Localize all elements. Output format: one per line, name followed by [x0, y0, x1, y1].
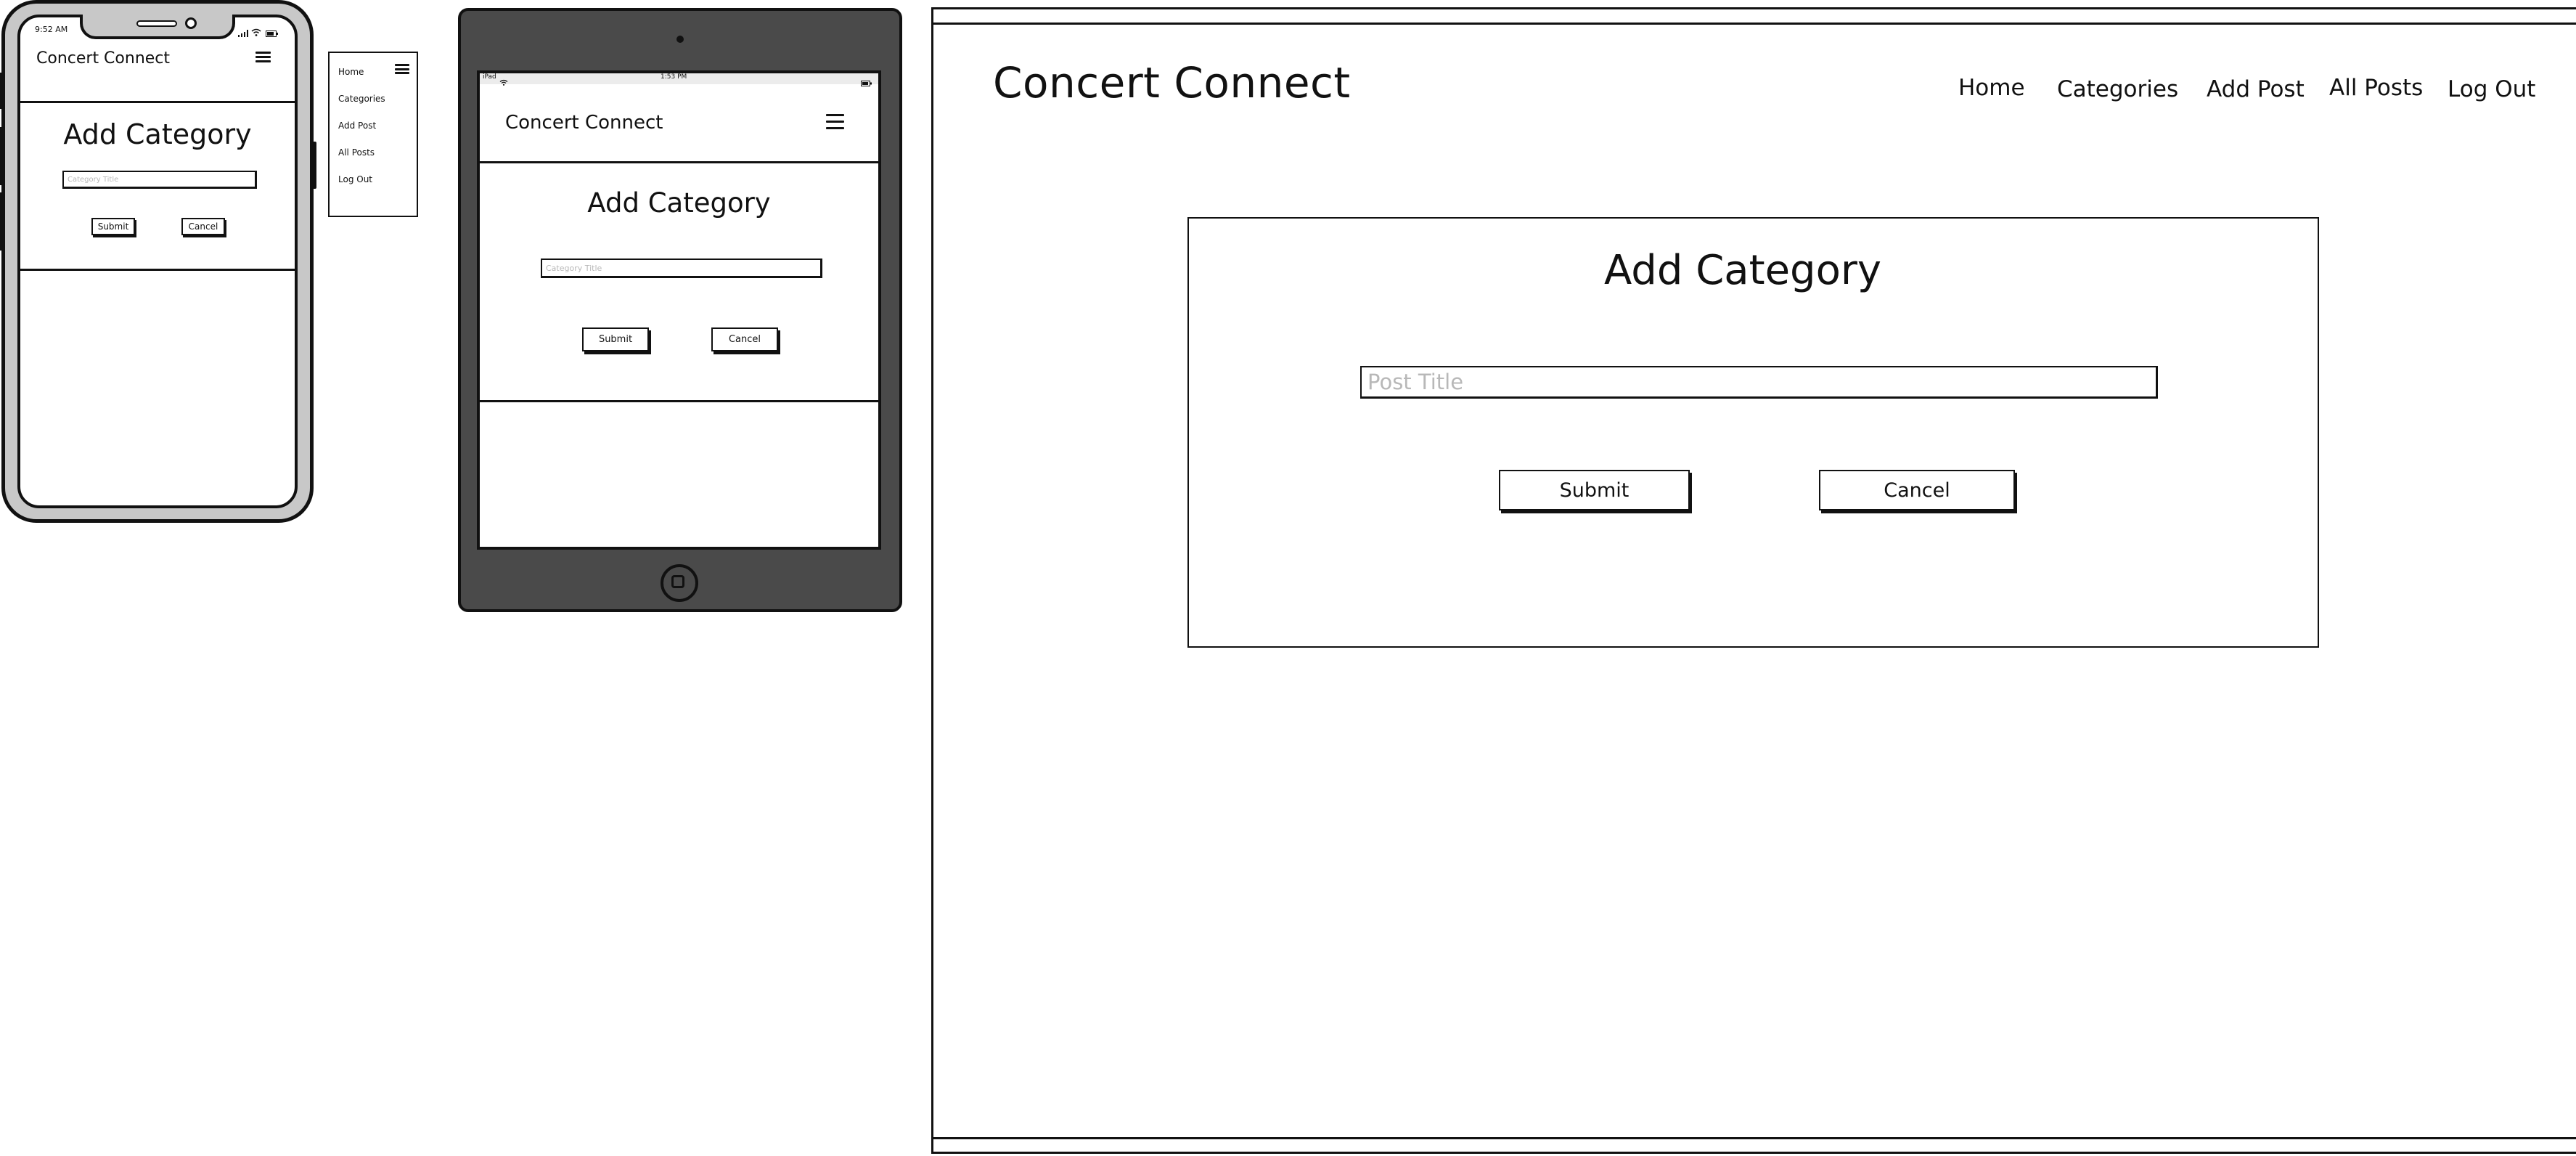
speaker-grille: [136, 20, 177, 27]
phone-notch: [80, 15, 235, 39]
phone-status-time: 9:52 AM: [35, 25, 68, 34]
phone-submit-button[interactable]: Submit: [91, 218, 135, 235]
desktop-page-title: Add Category: [1603, 247, 1882, 294]
tablet-screen: [477, 70, 881, 550]
tablet-status-time: 1:53 PM: [661, 73, 687, 81]
nav-link-home[interactable]: Home: [1958, 75, 2025, 101]
hamburger-menu-icon[interactable]: [255, 52, 271, 62]
phone-cancel-button[interactable]: Cancel: [181, 218, 225, 235]
phone-side-button: [0, 127, 3, 185]
tablet-cancel-button[interactable]: Cancel: [711, 327, 778, 351]
tablet-brand[interactable]: Concert Connect: [505, 112, 663, 134]
nav-link-all-posts[interactable]: All Posts: [2329, 75, 2423, 101]
tablet-header-divider: [480, 161, 878, 163]
nav-link-add-post[interactable]: Add Post: [2207, 76, 2305, 102]
cancel-button[interactable]: Cancel: [1819, 470, 2015, 510]
battery-icon: [266, 26, 279, 37]
nav-link-log-out[interactable]: Log Out: [2448, 76, 2535, 102]
phone-content-divider: [20, 269, 295, 271]
phone-side-button: [0, 73, 3, 109]
mobile-menu-item-home[interactable]: Home: [338, 67, 364, 77]
tablet-wifi-icon: [499, 75, 508, 86]
tablet-content-divider: [480, 400, 878, 402]
tablet-camera-icon: [676, 36, 684, 43]
tablet-status-carrier: iPad: [483, 73, 496, 81]
tablet-battery-icon: [861, 76, 872, 86]
mobile-menu-item-all-posts[interactable]: All Posts: [338, 147, 375, 158]
front-camera-icon: [185, 17, 197, 29]
wifi-icon: [251, 25, 261, 36]
tablet-page-title: Add Category: [587, 187, 771, 219]
submit-button[interactable]: Submit: [1499, 470, 1690, 510]
phone-side-button: [311, 142, 316, 189]
desktop-brand[interactable]: Concert Connect: [993, 58, 1351, 107]
desktop-top-bar-divider: [931, 23, 2576, 25]
tablet-category-title-input[interactable]: Category Title: [541, 259, 822, 278]
post-title-input[interactable]: Post Title: [1360, 366, 2158, 399]
nav-link-categories[interactable]: Categories: [2057, 76, 2178, 102]
menu-close-hamburger-icon[interactable]: [395, 64, 409, 74]
phone-page-title: Add Category: [63, 118, 252, 150]
phone-side-button: [0, 192, 3, 251]
phone-category-title-input[interactable]: Category Title: [62, 171, 257, 189]
mobile-menu-item-log-out[interactable]: Log Out: [338, 174, 372, 184]
phone-brand[interactable]: Concert Connect: [36, 49, 170, 68]
tablet-hamburger-menu-icon[interactable]: [826, 114, 844, 129]
phone-screen: [17, 15, 298, 508]
tablet-submit-button[interactable]: Submit: [582, 327, 649, 351]
mobile-menu-item-categories[interactable]: Categories: [338, 94, 385, 104]
tablet-home-button-icon[interactable]: [661, 564, 698, 602]
phone-header-divider: [20, 101, 295, 103]
mobile-menu-item-add-post[interactable]: Add Post: [338, 121, 376, 131]
desktop-bottom-bar-divider: [931, 1137, 2576, 1139]
signal-icon: [238, 26, 248, 37]
